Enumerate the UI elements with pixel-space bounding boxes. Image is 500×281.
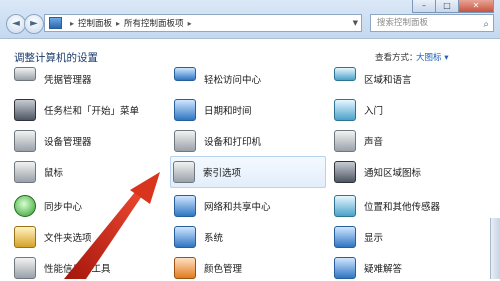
system-icon xyxy=(174,226,196,248)
display-icon xyxy=(334,226,356,248)
maximize-button[interactable]: □ xyxy=(435,0,459,13)
item-devices-printers[interactable]: 设备和打印机 xyxy=(174,128,261,154)
window-controls: – □ ✕ xyxy=(412,0,494,13)
item-label: 轻松访问中心 xyxy=(204,75,262,86)
breadcrumb-separator: ▸ xyxy=(70,18,75,28)
sound-icon xyxy=(334,130,356,152)
devices-printers-icon xyxy=(174,130,196,152)
item-getting-started[interactable]: 入门 xyxy=(334,97,383,123)
network-sharing-icon xyxy=(174,195,196,217)
address-dropdown-icon[interactable]: ▼ xyxy=(353,19,358,27)
view-by-label: 查看方式： xyxy=(375,53,418,63)
address-bar[interactable]: ▸ 控制面板 ▸ 所有控制面板项 ▸ ▼ xyxy=(44,14,362,32)
view-mode-dropdown[interactable]: 大图标 ▾ xyxy=(416,51,448,63)
vertical-scrollbar[interactable] xyxy=(490,218,500,279)
item-label: 声音 xyxy=(364,137,384,148)
date-time-icon xyxy=(174,99,196,121)
annotation-arrow-head xyxy=(130,172,160,204)
breadcrumb-separator: ▸ xyxy=(116,18,121,28)
item-label: 鼠标 xyxy=(44,168,64,179)
item-label: 凭据管理器 xyxy=(44,75,92,86)
control-panel-icon xyxy=(49,17,62,29)
notification-area-icon xyxy=(334,161,356,183)
back-arrow-icon: ◄ xyxy=(12,18,20,29)
search-placeholder: 搜索控制面板 xyxy=(377,18,429,28)
item-date-time[interactable]: 日期和时间 xyxy=(174,97,252,123)
item-label: 疑难解答 xyxy=(364,264,403,275)
item-credential-manager[interactable]: 凭据管理器 xyxy=(14,66,92,92)
region-language-icon xyxy=(334,67,356,81)
item-network-sharing[interactable]: 网络和共享中心 xyxy=(174,193,271,219)
breadcrumb-separator: ▸ xyxy=(187,18,192,28)
device-manager-icon xyxy=(14,130,36,152)
item-display[interactable]: 显示 xyxy=(334,224,383,250)
getting-started-icon xyxy=(334,99,356,121)
item-device-manager[interactable]: 设备管理器 xyxy=(14,128,92,154)
sync-center-icon xyxy=(14,195,36,217)
item-label: 文件夹选项 xyxy=(44,233,92,244)
breadcrumb-control-panel[interactable]: 控制面板 xyxy=(78,17,112,29)
forward-button[interactable]: ► xyxy=(24,14,44,34)
back-button[interactable]: ◄ xyxy=(6,14,26,34)
item-troubleshooting[interactable]: 疑难解答 xyxy=(334,255,402,281)
item-folder-options[interactable]: 文件夹选项 xyxy=(14,224,92,250)
item-label: 同步中心 xyxy=(44,202,83,213)
credential-manager-icon xyxy=(14,67,36,81)
minimize-button[interactable]: – xyxy=(412,0,436,13)
item-mouse[interactable]: 鼠标 xyxy=(14,159,63,185)
location-sensors-icon xyxy=(334,195,356,217)
item-label: 颜色管理 xyxy=(204,264,243,275)
item-performance[interactable]: 性能信息和工具 xyxy=(14,255,111,281)
performance-icon xyxy=(14,257,36,279)
item-sound[interactable]: 声音 xyxy=(334,128,383,154)
item-label: 设备管理器 xyxy=(44,137,92,148)
indexing-options-icon xyxy=(173,161,195,183)
item-notification-area[interactable]: 通知区域图标 xyxy=(334,159,421,185)
item-label: 区域和语言 xyxy=(364,75,412,86)
ease-of-access-icon xyxy=(174,67,196,81)
folder-options-icon xyxy=(14,226,36,248)
window-titlebar: – □ ✕ ◄ ► ▸ 控制面板 ▸ 所有控制面板项 ▸ ▼ 搜索控制面板 ⌕ xyxy=(0,0,500,39)
item-sync-center[interactable]: 同步中心 xyxy=(14,193,82,219)
item-label: 通知区域图标 xyxy=(364,168,422,179)
item-ease-of-access[interactable]: 轻松访问中心 xyxy=(174,66,261,92)
item-taskbar-start-menu[interactable]: 任务栏和「开始」菜单 xyxy=(14,97,139,123)
item-label: 入门 xyxy=(364,106,384,117)
item-region-language[interactable]: 区域和语言 xyxy=(334,66,412,92)
mouse-icon xyxy=(14,161,36,183)
item-label: 索引选项 xyxy=(203,168,242,179)
troubleshooting-icon xyxy=(334,257,356,279)
item-label: 网络和共享中心 xyxy=(204,202,271,213)
item-location-sensors[interactable]: 位置和其他传感器 xyxy=(334,193,440,219)
item-label: 任务栏和「开始」菜单 xyxy=(44,106,140,117)
item-label: 位置和其他传感器 xyxy=(364,202,441,213)
search-icon[interactable]: ⌕ xyxy=(483,17,489,33)
taskbar-icon xyxy=(14,99,36,121)
forward-arrow-icon: ► xyxy=(30,18,38,29)
item-label: 日期和时间 xyxy=(204,106,252,117)
color-management-icon xyxy=(174,257,196,279)
breadcrumb-all-items[interactable]: 所有控制面板项 xyxy=(124,17,184,29)
item-indexing-options[interactable]: 索引选项 xyxy=(170,156,326,188)
item-label: 设备和打印机 xyxy=(204,137,262,148)
item-label: 性能信息和工具 xyxy=(44,264,111,275)
search-input[interactable]: 搜索控制面板 ⌕ xyxy=(370,14,494,32)
item-label: 显示 xyxy=(364,233,384,244)
item-color-management[interactable]: 颜色管理 xyxy=(174,255,242,281)
item-system[interactable]: 系统 xyxy=(174,224,223,250)
page-title: 调整计算机的设置 xyxy=(14,52,98,64)
close-button[interactable]: ✕ xyxy=(458,0,494,13)
item-label: 系统 xyxy=(204,233,224,244)
